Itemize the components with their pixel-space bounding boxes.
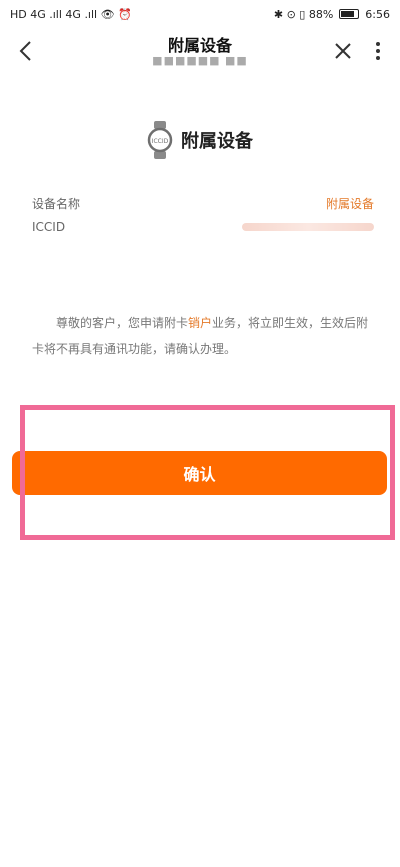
notice-highlight: 销户 (188, 316, 213, 330)
iccid-value-redacted (242, 223, 374, 231)
top-navigation-bar: 附属设备 ■■■■■■ ■■ (0, 28, 400, 78)
iccid-row: ICCID (32, 220, 374, 234)
cancellation-notice: 尊敬的客户，您申请附卡销户业务，将立即生效，生效后附卡将不再具有通讯功能，请确认… (32, 310, 374, 362)
system-icons: ✱ ⊙ ▯ 88% (273, 7, 334, 21)
annotation-highlight-box (20, 405, 395, 540)
device-heading-text: 附属设备 (181, 131, 253, 152)
signal-indicators: HD 4G .ıll 4G .ıll 👁 ⏰ (10, 7, 132, 21)
notice-text-part1: 尊敬的客户，您申请附卡 (56, 316, 189, 330)
status-time: 6:56 (365, 7, 390, 21)
close-icon (335, 43, 351, 59)
close-button[interactable] (330, 38, 356, 64)
smartwatch-icon: ICCID (147, 120, 173, 160)
device-heading: ICCID 附属设备 (0, 120, 400, 160)
battery-icon (339, 9, 360, 19)
status-bar: HD 4G .ıll 4G .ıll 👁 ⏰ ✱ ⊙ ▯ 88% 6:56 (0, 0, 400, 28)
more-vertical-icon (376, 42, 380, 60)
device-name-row: 设备名称 附属设备 (32, 195, 374, 212)
status-indicators-right: ✱ ⊙ ▯ 88% 6:56 (274, 8, 390, 21)
device-name-label: 设备名称 (32, 197, 81, 211)
svg-text:ICCID: ICCID (152, 138, 169, 145)
iccid-label: ICCID (32, 220, 66, 234)
more-options-button[interactable] (370, 38, 386, 64)
device-name-value: 附属设备 (325, 197, 374, 211)
status-indicators-left: HD 4G .ıll 4G .ıll 👁 ⏰ (10, 8, 132, 21)
